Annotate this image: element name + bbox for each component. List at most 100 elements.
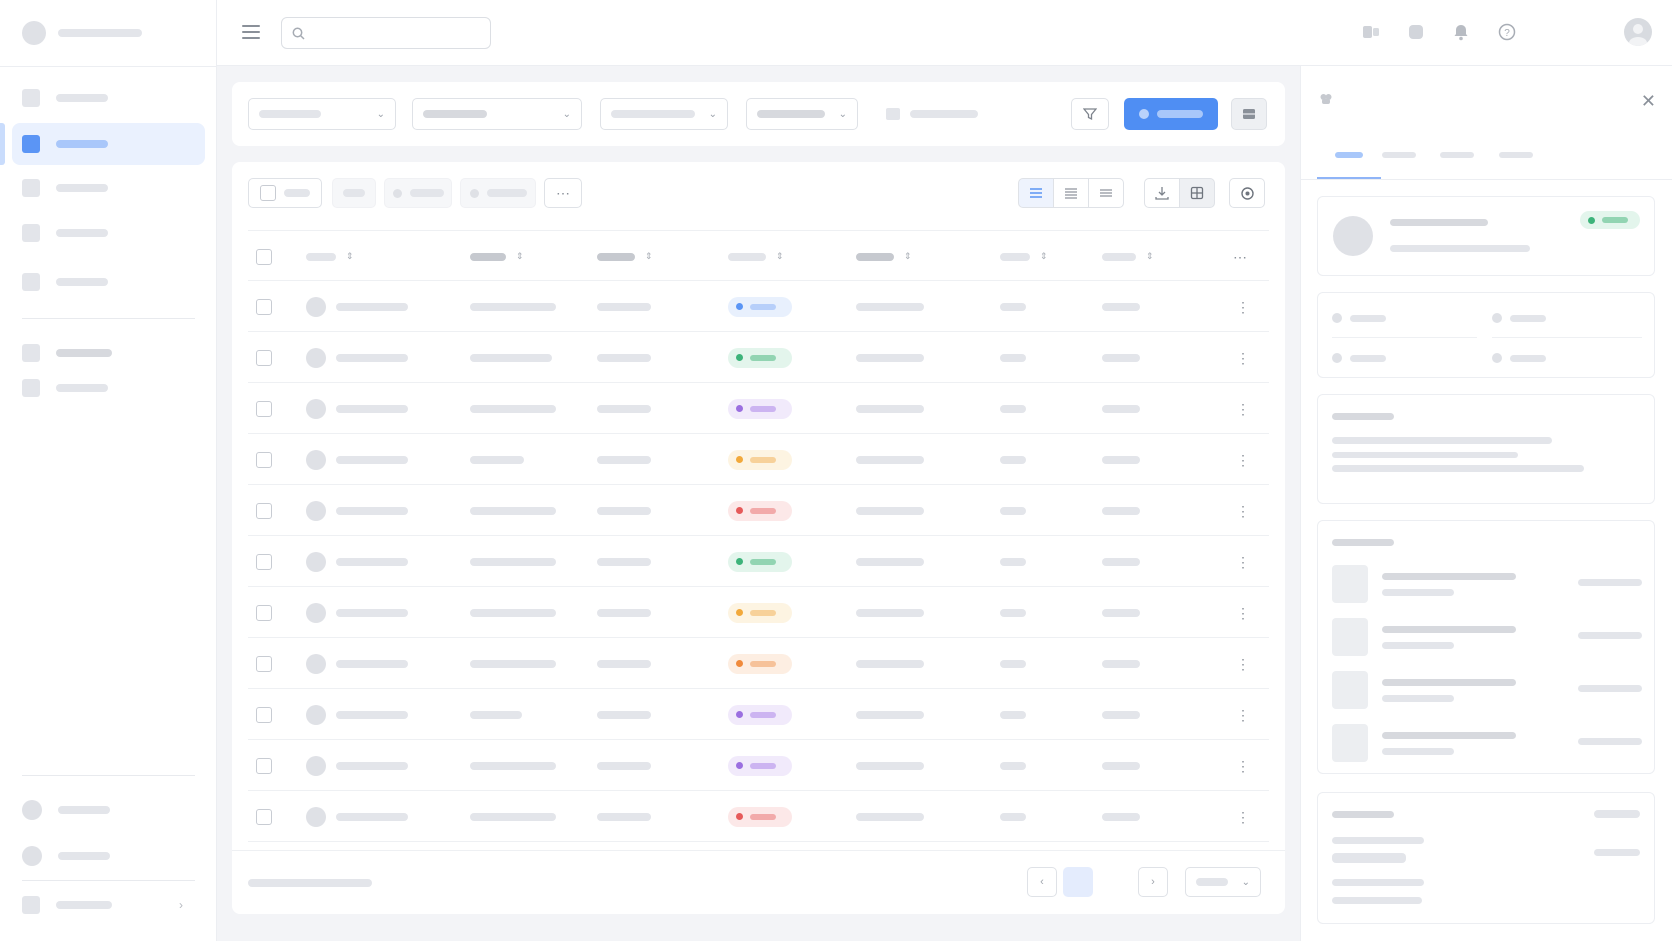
grid-view-button[interactable] (1179, 178, 1215, 208)
column-header-4[interactable]: ⇕ (728, 231, 784, 282)
column-options[interactable]: ⋯ (1233, 231, 1247, 282)
layout-icon (1243, 109, 1255, 119)
related-item[interactable] (1332, 618, 1642, 656)
select-all-button[interactable] (248, 178, 322, 208)
row-checkbox[interactable] (256, 502, 272, 519)
menu-icon[interactable] (242, 24, 260, 40)
row-checkbox[interactable] (256, 706, 272, 723)
search-input[interactable] (313, 26, 463, 40)
more-vertical-icon[interactable]: ⋮ (1236, 402, 1250, 416)
table-row[interactable]: ⋮ (248, 434, 1269, 485)
filter-toggle[interactable] (886, 108, 978, 120)
column-header-1[interactable]: ⇕ (306, 231, 354, 282)
more-vertical-icon[interactable]: ⋮ (1236, 453, 1250, 467)
panel-tab-2[interactable] (1382, 152, 1416, 176)
more-vertical-icon[interactable]: ⋮ (1236, 657, 1250, 671)
sidebar-bottom-item-1[interactable] (12, 789, 205, 831)
prev-page-button[interactable]: ‹ (1027, 867, 1057, 897)
panel-tab-3[interactable] (1440, 152, 1474, 176)
row-checkbox[interactable] (256, 349, 272, 366)
layout-button[interactable] (1231, 98, 1267, 130)
table-row[interactable]: ⋮ (248, 383, 1269, 434)
more-vertical-icon[interactable]: ⋮ (1236, 351, 1250, 365)
help-icon[interactable]: ? (1496, 21, 1518, 43)
select-all-checkbox[interactable] (256, 248, 272, 265)
next-page-button[interactable]: › (1138, 867, 1168, 897)
sidebar-bottom-item-2[interactable] (12, 835, 205, 877)
row-checkbox[interactable] (256, 604, 272, 621)
page-button-2[interactable]: 2 (1098, 867, 1128, 897)
compact-view-button[interactable] (1053, 178, 1089, 208)
row-checkbox[interactable] (256, 757, 272, 774)
filter-select-4[interactable]: ⌄ (746, 98, 858, 130)
link-icon[interactable] (1319, 92, 1333, 106)
dense-view-button[interactable] (1088, 178, 1124, 208)
row-checkbox[interactable] (256, 655, 272, 672)
row-checkbox[interactable] (256, 298, 272, 315)
filter-select-3[interactable]: ⌄ (600, 98, 728, 130)
search-box[interactable] (281, 17, 491, 49)
table-row[interactable]: ⋮ (248, 689, 1269, 740)
row-avatar (306, 398, 326, 419)
more-vertical-icon[interactable]: ⋮ (1236, 759, 1250, 773)
user-avatar-icon[interactable] (1624, 18, 1652, 46)
table-row[interactable]: ⋮ (248, 638, 1269, 689)
download-button[interactable] (1144, 178, 1180, 208)
column-header-5[interactable]: ⇕ (856, 231, 912, 282)
table-row[interactable]: ⋮ (248, 740, 1269, 791)
more-vertical-icon[interactable]: ⋮ (1236, 504, 1250, 518)
more-vertical-icon[interactable]: ⋮ (1236, 810, 1250, 824)
bell-icon[interactable] (1450, 21, 1472, 43)
bulk-action-1[interactable] (332, 178, 376, 208)
row-checkbox[interactable] (256, 400, 272, 417)
sidebar-item-4[interactable] (12, 212, 205, 254)
row-checkbox[interactable] (256, 553, 272, 570)
close-icon[interactable]: ✕ (1641, 92, 1656, 110)
bulk-action-2[interactable] (384, 178, 452, 208)
table-row[interactable]: ⋮ (248, 587, 1269, 638)
primary-action-button[interactable] (1124, 98, 1218, 130)
column-header-7[interactable]: ⇕ (1102, 231, 1154, 282)
more-vertical-icon[interactable]: ⋮ (1236, 606, 1250, 620)
chat-icon[interactable] (1405, 21, 1427, 43)
row-cell (1000, 659, 1026, 668)
brand[interactable] (22, 21, 142, 45)
table-row[interactable]: ⋮ (248, 485, 1269, 536)
checkbox[interactable] (260, 185, 276, 201)
table-settings-button[interactable] (1229, 178, 1265, 208)
filter-button[interactable] (1071, 98, 1109, 130)
sidebar-item-2[interactable] (12, 123, 205, 165)
more-vertical-icon[interactable]: ⋮ (1236, 555, 1250, 569)
more-vertical-icon[interactable]: ⋮ (1236, 300, 1250, 314)
related-item[interactable] (1332, 565, 1642, 603)
related-item[interactable] (1332, 724, 1642, 762)
panel-tab-4[interactable] (1499, 152, 1533, 176)
table-row[interactable]: ⋮ (248, 536, 1269, 587)
column-header-3[interactable]: ⇕ (597, 231, 653, 282)
more-vertical-icon[interactable]: ⋮ (1236, 708, 1250, 722)
table-row[interactable]: ⋮ (248, 332, 1269, 383)
more-actions-button[interactable]: ⋯ (544, 178, 582, 208)
page-button-1[interactable]: 1 (1063, 867, 1093, 897)
row-checkbox[interactable] (256, 808, 272, 825)
status-dot-icon (736, 813, 743, 820)
list-view-button[interactable] (1018, 178, 1054, 208)
sidebar-item-7[interactable] (12, 367, 205, 409)
filter-select-1[interactable]: ⌄ (248, 98, 396, 130)
sidebar-item-1[interactable] (12, 77, 205, 119)
row-checkbox[interactable] (256, 451, 272, 468)
filter-select-2[interactable]: ⌄ (412, 98, 582, 130)
column-header-6[interactable]: ⇕ (1000, 231, 1048, 282)
column-header-2[interactable]: ⇕ (470, 231, 524, 282)
table-row[interactable]: ⋮ (248, 281, 1269, 332)
sidebar-item-5[interactable] (12, 261, 205, 303)
row-name (336, 812, 408, 821)
sidebar-bottom-item-3[interactable]: › (12, 884, 205, 926)
bulk-action-3[interactable] (460, 178, 536, 208)
sidebar-item-3[interactable] (12, 167, 205, 209)
related-item[interactable] (1332, 671, 1642, 709)
apps-icon[interactable] (1360, 21, 1382, 43)
panel-tab-1[interactable] (1317, 152, 1363, 176)
page-size-select[interactable]: ⌄ (1185, 867, 1261, 897)
table-row[interactable]: ⋮ (248, 791, 1269, 842)
